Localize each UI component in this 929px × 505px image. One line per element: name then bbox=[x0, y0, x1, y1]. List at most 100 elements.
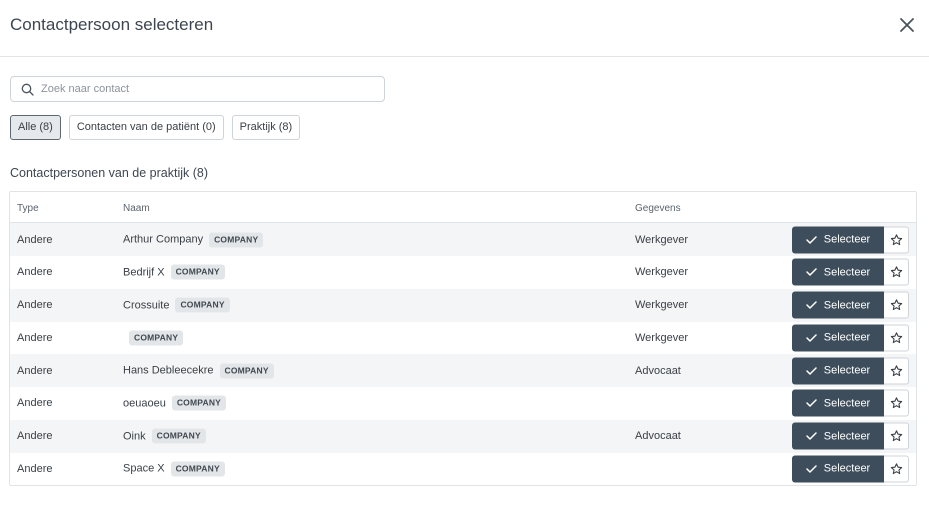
table-row: Andere Hans Debleecekre COMPANY Advocaat Sel… bbox=[10, 354, 916, 387]
cell-info: Werkgever bbox=[635, 233, 688, 246]
cell-info: Werkgever bbox=[635, 299, 688, 311]
select-button-label: Selecteer bbox=[823, 266, 871, 279]
cell-info: Werkgever bbox=[635, 266, 688, 279]
table-row: Andere Oink COMPANY Advocaat Selecteer bbox=[10, 419, 916, 453]
favorite-button[interactable] bbox=[884, 422, 909, 450]
check-icon bbox=[806, 465, 817, 473]
cell-info: Advocaat bbox=[635, 430, 681, 442]
select-button-label: Selecteer bbox=[823, 331, 871, 344]
star-outline-icon bbox=[890, 463, 902, 474]
company-badge: COMPANY bbox=[219, 363, 274, 378]
select-button-label: Selecteer bbox=[823, 364, 871, 377]
filter-patient-contacts[interactable]: Contacten van de patiënt (0) bbox=[68, 115, 224, 140]
select-button[interactable]: Selecteer bbox=[792, 389, 884, 417]
company-badge: COMPANY bbox=[170, 264, 225, 280]
section-title: Contactpersonen van de praktijk (8) bbox=[10, 166, 209, 180]
filter-practice[interactable]: Praktijk (8) bbox=[231, 115, 301, 140]
select-button[interactable]: Selecteer bbox=[792, 324, 884, 352]
favorite-button[interactable] bbox=[884, 389, 909, 417]
contact-name: Space X bbox=[123, 462, 165, 475]
contact-name: oeuaoeu bbox=[123, 397, 166, 410]
filter-tabs: Alle (8) Contacten van de patiënt (0) Pr… bbox=[10, 115, 301, 140]
filter-all[interactable]: Alle (8) bbox=[10, 115, 61, 140]
cell-type: Andere bbox=[17, 364, 53, 377]
cell-type: Andere bbox=[17, 397, 53, 410]
check-icon bbox=[806, 235, 817, 244]
favorite-button[interactable] bbox=[884, 357, 909, 384]
cell-type: Andere bbox=[17, 233, 53, 246]
search-field[interactable] bbox=[10, 76, 385, 102]
favorite-button[interactable] bbox=[884, 324, 909, 352]
star-outline-icon bbox=[890, 233, 902, 245]
star-outline-icon bbox=[890, 430, 902, 442]
cell-name: Space X COMPANY bbox=[123, 461, 225, 477]
select-button-label: Selecteer bbox=[823, 299, 871, 311]
favorite-button[interactable] bbox=[884, 258, 909, 286]
company-badge: COMPANY bbox=[170, 461, 225, 477]
star-outline-icon bbox=[890, 397, 902, 409]
check-icon bbox=[806, 366, 817, 375]
check-icon bbox=[806, 334, 817, 342]
select-button[interactable]: Selecteer bbox=[792, 455, 884, 483]
star-outline-icon bbox=[890, 299, 902, 311]
contact-name: Arthur Company bbox=[123, 233, 204, 246]
table-row: Andere oeuaoeu COMPANY Selecteer bbox=[10, 387, 916, 420]
select-button-label: Selecteer bbox=[823, 462, 871, 475]
table-row: Andere COMPANY Werkgever Selecteer bbox=[10, 321, 916, 354]
cell-type: Andere bbox=[17, 430, 53, 442]
company-badge: COMPANY bbox=[129, 330, 184, 346]
company-badge: COMPANY bbox=[151, 428, 206, 444]
column-header-name: Naam bbox=[123, 203, 150, 214]
contacts-table: Type Naam Gegevens Andere Arthur Company C… bbox=[9, 191, 917, 486]
cell-name: Arthur Company COMPANY bbox=[123, 232, 264, 247]
table-row: Andere Space X COMPANY Selecteer bbox=[10, 452, 916, 485]
select-button-label: Selecteer bbox=[823, 430, 871, 442]
close-button[interactable] bbox=[894, 12, 920, 38]
cell-info: Advocaat bbox=[635, 364, 681, 377]
modal-header: Contactpersoon selecteren bbox=[0, 0, 929, 57]
search-input[interactable] bbox=[41, 78, 376, 100]
check-icon bbox=[806, 432, 817, 440]
cell-type: Andere bbox=[17, 266, 53, 279]
column-header-info: Gegevens bbox=[635, 203, 681, 214]
cell-type: Andere bbox=[17, 299, 53, 311]
select-button[interactable]: Selecteer bbox=[792, 226, 884, 253]
check-icon bbox=[806, 301, 817, 309]
table-header: Type Naam Gegevens bbox=[10, 192, 916, 223]
select-button[interactable]: Selecteer bbox=[792, 357, 884, 384]
cell-name: Oink COMPANY bbox=[123, 428, 206, 444]
select-button-label: Selecteer bbox=[823, 233, 871, 246]
cell-info: Werkgever bbox=[635, 331, 688, 344]
cell-name: Crossuite COMPANY bbox=[123, 297, 230, 313]
favorite-button[interactable] bbox=[884, 226, 909, 253]
modal-title: Contactpersoon selecteren bbox=[10, 15, 214, 34]
contact-name: Bedrijf X bbox=[123, 266, 165, 279]
cell-name: oeuaoeu COMPANY bbox=[123, 395, 227, 411]
table-row: Andere Crossuite COMPANY Werkgever Selecteer bbox=[10, 288, 916, 322]
close-icon bbox=[900, 18, 914, 32]
star-outline-icon bbox=[890, 364, 902, 376]
star-outline-icon bbox=[890, 332, 902, 343]
contact-name: Oink bbox=[123, 430, 146, 442]
cell-name: COMPANY bbox=[123, 330, 184, 346]
favorite-button[interactable] bbox=[884, 291, 909, 319]
check-icon bbox=[806, 268, 817, 276]
cell-name: Bedrijf X COMPANY bbox=[123, 264, 225, 280]
star-outline-icon bbox=[890, 266, 902, 278]
select-button[interactable]: Selecteer bbox=[792, 422, 884, 450]
cell-type: Andere bbox=[17, 462, 53, 475]
favorite-button[interactable] bbox=[884, 455, 909, 483]
company-badge: COMPANY bbox=[171, 395, 227, 411]
company-badge: COMPANY bbox=[175, 297, 230, 313]
select-button[interactable]: Selecteer bbox=[792, 258, 884, 286]
cell-name: Hans Debleecekre COMPANY bbox=[123, 363, 274, 378]
column-header-type: Type bbox=[17, 203, 39, 214]
table-row: Andere Arthur Company COMPANY Werkgever Sele… bbox=[10, 223, 916, 256]
table-row: Andere Bedrijf X COMPANY Werkgever Selecteer bbox=[10, 256, 916, 289]
select-button[interactable]: Selecteer bbox=[792, 291, 884, 319]
check-icon bbox=[806, 399, 817, 407]
search-icon bbox=[21, 83, 34, 96]
select-button-label: Selecteer bbox=[823, 397, 871, 410]
contact-name: Crossuite bbox=[123, 299, 170, 311]
cell-type: Andere bbox=[17, 331, 53, 344]
